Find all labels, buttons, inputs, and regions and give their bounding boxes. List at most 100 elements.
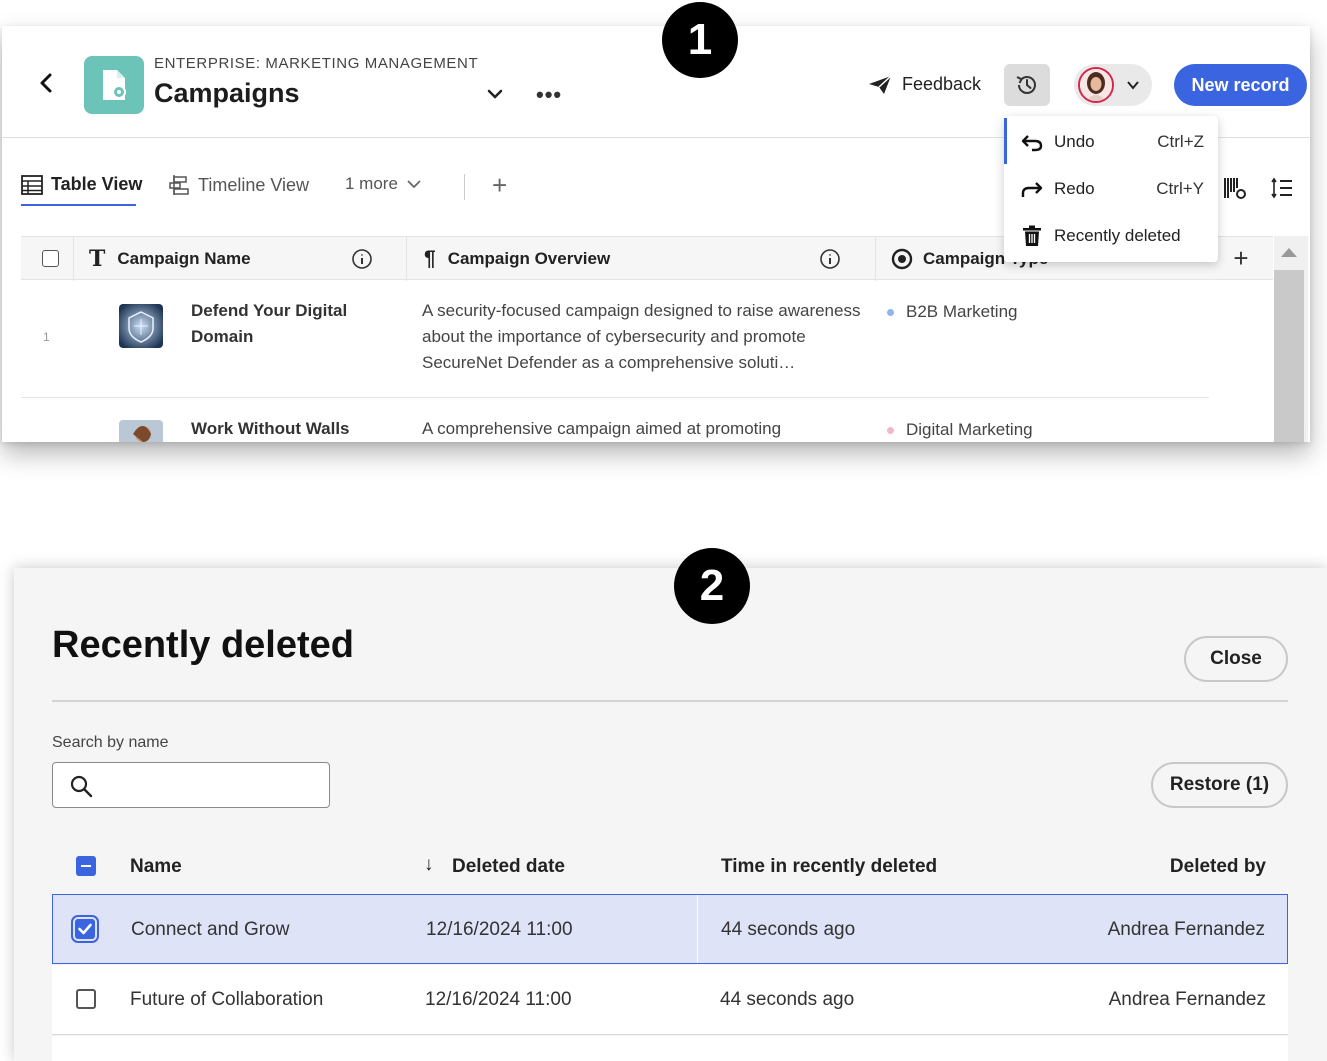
menu-item-label: Redo [1054, 179, 1095, 198]
table-row[interactable]: Future of Collaboration 12/16/2024 11:00… [52, 965, 1288, 1035]
campaign-overview-cell: A comprehensive campaign aimed at promot… [422, 419, 782, 438]
campaign-name-cell: Defend Your Digital Domain [191, 301, 348, 346]
chevron-down-icon [1127, 81, 1139, 90]
column-header-name[interactable]: Name [130, 856, 182, 878]
tab-label: Timeline View [198, 174, 310, 195]
more-views-label: 1 more [345, 174, 398, 193]
callout-marker-2: 2 [674, 548, 750, 624]
search-field[interactable] [52, 762, 330, 808]
status-dot [887, 426, 894, 434]
info-icon[interactable] [819, 248, 841, 270]
row-checkbox[interactable] [76, 989, 96, 1009]
tab-table-view[interactable]: Table View [21, 174, 142, 195]
campaigns-table: T Campaign Name ¶ Campaign Overview Camp… [21, 236, 1308, 442]
campaign-name-cell: Work Without Walls [191, 419, 350, 438]
history-menu: Undo Ctrl+Z Redo Ctrl+Y Recently deleted [1004, 116, 1218, 262]
divider [52, 700, 1288, 702]
menu-item-label: Recently deleted [1054, 226, 1181, 245]
table-icon [21, 174, 43, 195]
cell-divider [697, 895, 698, 963]
new-record-button[interactable]: New record [1174, 64, 1307, 106]
column-header-campaign-overview[interactable]: ¶ Campaign Overview [424, 237, 610, 281]
active-tab-indicator [21, 204, 136, 206]
campaigns-window: ENTERPRISE: MARKETING MANAGEMENT Campaig… [2, 26, 1310, 442]
trash-icon [1023, 225, 1041, 246]
campaign-type-label: Digital Marketing [906, 420, 1033, 439]
search-input[interactable] [101, 771, 321, 801]
keyboard-shortcut: Ctrl+Z [1157, 132, 1204, 151]
select-all-checkbox[interactable] [42, 250, 59, 267]
column-header-deleted-by[interactable]: Deleted by [1170, 856, 1266, 878]
menu-item-undo[interactable]: Undo Ctrl+Z [1004, 119, 1218, 165]
column-header-campaign-name[interactable]: T Campaign Name [89, 237, 251, 281]
deleted-table-header: Name ↓ Deleted date Time in recently del… [52, 848, 1288, 888]
column-header-deleted-date[interactable]: Deleted date [452, 856, 565, 878]
chevron-down-icon[interactable] [485, 84, 505, 104]
deleted-date: 12/16/2024 11:00 [425, 989, 572, 1010]
paper-plane-icon [869, 74, 892, 94]
deleted-by: Andrea Fernandez [1107, 919, 1265, 940]
cyber-shield-image-icon [119, 304, 163, 348]
search-label: Search by name [52, 734, 169, 751]
add-view-button[interactable]: + [492, 170, 507, 201]
table-row[interactable]: 1 Defend Your Digital Domain A security-… [21, 280, 1209, 398]
workspace-label: ENTERPRISE: MARKETING MANAGEMENT [154, 55, 479, 72]
deleted-item-name: Future of Collaboration [130, 989, 324, 1010]
app-icon [84, 56, 144, 114]
menu-item-redo[interactable]: Redo Ctrl+Y [1004, 166, 1218, 212]
deleted-date: 12/16/2024 11:00 [426, 919, 573, 940]
barcode-settings-icon[interactable] [1223, 176, 1247, 200]
feedback-label: Feedback [902, 74, 982, 94]
profile-menu-button[interactable] [1074, 64, 1152, 106]
callout-marker-1: 1 [662, 2, 738, 78]
time-in-recently-deleted: 44 seconds ago [721, 919, 856, 940]
person-photo-icon [119, 420, 163, 442]
menu-item-recently-deleted[interactable]: Recently deleted [1004, 213, 1218, 259]
table-row[interactable]: Work Without Walls A comprehensive campa… [21, 398, 1209, 442]
search-icon [70, 775, 93, 798]
redo-icon [1021, 182, 1043, 197]
column-divider [406, 237, 407, 281]
row-number: 1 [43, 330, 50, 344]
text-type-icon: T [89, 246, 106, 272]
scroll-up-arrow-icon[interactable] [1281, 248, 1297, 257]
restore-button[interactable]: Restore (1) [1151, 762, 1288, 808]
scrollbar-thumb[interactable] [1274, 270, 1304, 442]
campaign-overview-cell: A security-focused campaign designed to … [422, 301, 861, 372]
tab-timeline-view[interactable]: Timeline View [168, 174, 309, 196]
history-clock-icon [1016, 76, 1036, 94]
close-button[interactable]: Close [1184, 636, 1288, 682]
dialog-title: Recently deleted [52, 624, 354, 666]
more-views-dropdown[interactable]: 1 more [345, 174, 422, 194]
avatar [1078, 67, 1114, 103]
time-in-recently-deleted: 44 seconds ago [720, 989, 855, 1010]
more-options-button[interactable]: ••• [536, 82, 562, 108]
timeline-icon [169, 175, 189, 195]
keyboard-shortcut: Ctrl+Y [1156, 179, 1204, 198]
sort-descending-icon[interactable]: ↓ [424, 854, 434, 876]
add-column-button[interactable]: + [1209, 236, 1273, 280]
tab-label: Table View [51, 174, 143, 194]
single-select-icon [891, 248, 913, 270]
page-title: Campaigns [154, 78, 300, 108]
checkmark-icon [78, 923, 92, 935]
status-dot [887, 308, 894, 316]
menu-item-label: Undo [1054, 132, 1095, 151]
divider [464, 174, 465, 200]
recently-deleted-dialog: Recently deleted Close Search by name Re… [14, 568, 1327, 1061]
column-header-time-in-recently-deleted[interactable]: Time in recently deleted [721, 856, 937, 878]
column-label: Campaign Overview [447, 249, 611, 268]
row-checkbox[interactable] [71, 915, 99, 943]
select-all-checkbox[interactable] [76, 856, 96, 876]
table-row[interactable]: Connect and Grow 12/16/2024 11:00 44 sec… [52, 894, 1288, 964]
back-arrow-icon[interactable] [36, 72, 58, 94]
column-label: Campaign Name [117, 249, 251, 268]
user-portrait-icon [1080, 69, 1112, 101]
feedback-button[interactable]: Feedback [868, 74, 981, 95]
campaign-type-cell: Digital Marketing [887, 420, 1033, 440]
history-button[interactable] [1004, 64, 1050, 106]
undo-icon [1021, 135, 1043, 152]
row-height-icon[interactable] [1270, 176, 1294, 200]
chevron-down-icon [407, 180, 421, 189]
info-icon[interactable] [351, 248, 373, 270]
